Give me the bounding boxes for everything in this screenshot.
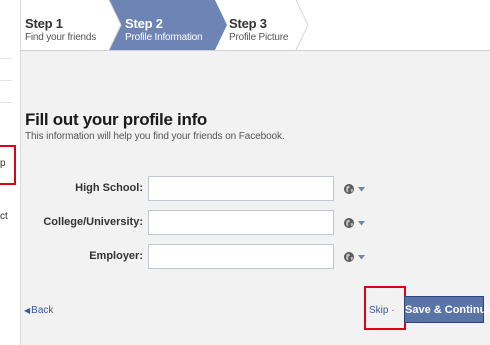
college-row: College/University:	[21, 210, 490, 235]
sidebar-divider	[0, 102, 12, 103]
sidebar-divider	[0, 58, 12, 59]
step-1-number: Step 1	[25, 16, 63, 31]
sidebar-divider	[0, 80, 12, 81]
step-2-number: Step 2	[125, 16, 163, 31]
profile-info-card: Step 1 Find your friends Step 2 Profile …	[20, 0, 490, 345]
college-input[interactable]	[148, 210, 334, 235]
steps-progress-bar: Step 1 Find your friends Step 2 Profile …	[21, 0, 490, 51]
caret-down-icon	[358, 221, 365, 226]
high-school-input[interactable]	[148, 176, 334, 201]
save-and-continue-button[interactable]: Save & Continue	[404, 296, 490, 323]
caret-down-icon	[358, 255, 365, 260]
globe-icon	[344, 252, 365, 262]
step-3: Step 3 Profile Picture	[227, 0, 307, 50]
high-school-row: High School:	[21, 176, 490, 201]
page-subtitle: This information will help you find your…	[25, 131, 285, 142]
high-school-label: High School:	[75, 182, 143, 194]
skip-link[interactable]: Skip ·	[369, 305, 395, 317]
step-1[interactable]: Step 1 Find your friends	[21, 0, 121, 50]
step-2: Step 2 Profile Information	[109, 0, 227, 50]
college-label: College/University:	[43, 216, 143, 228]
step-3-label: Profile Picture	[229, 32, 289, 43]
back-link[interactable]: ◀Back	[24, 305, 53, 317]
high-school-privacy-selector[interactable]	[343, 182, 369, 196]
globe-icon	[344, 218, 365, 228]
skip-label: Skip	[369, 305, 389, 316]
skip-separator: ·	[388, 305, 395, 316]
college-privacy-selector[interactable]	[343, 216, 369, 230]
step-2-label: Profile Information	[125, 32, 203, 43]
back-label: Back	[31, 305, 54, 316]
employer-privacy-selector[interactable]	[343, 250, 369, 264]
caret-down-icon	[358, 187, 365, 192]
back-arrow-icon: ◀	[24, 306, 31, 315]
employer-label: Employer:	[89, 250, 143, 262]
employer-input[interactable]	[148, 244, 334, 269]
step-1-label: Find your friends	[25, 32, 97, 43]
sidebar-text-fragment[interactable]: p	[0, 158, 6, 170]
employer-row: Employer:	[21, 244, 490, 269]
step-3-number: Step 3	[229, 16, 267, 31]
page-title: Fill out your profile info	[25, 110, 208, 129]
globe-icon	[344, 184, 365, 194]
left-sidebar-fragment: p ct	[0, 0, 16, 345]
sidebar-text-fragment: ct	[0, 211, 8, 222]
